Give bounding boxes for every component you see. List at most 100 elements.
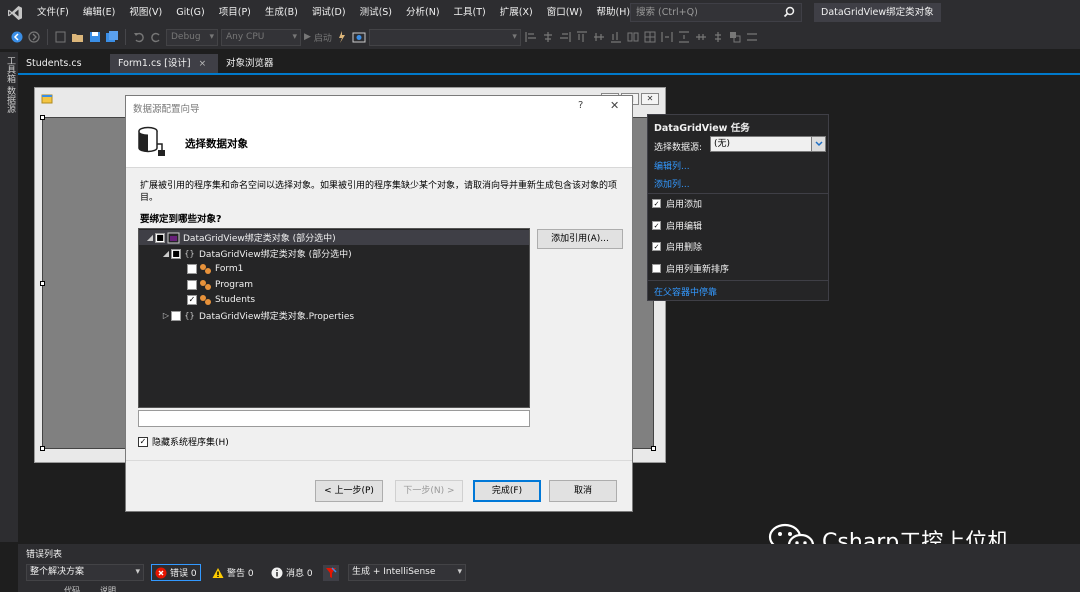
menu-test[interactable]: 测试(S) [353, 0, 399, 25]
toolbox-tab-label[interactable]: 工具箱 数据源 [4, 56, 17, 113]
open-folder-icon[interactable] [71, 30, 85, 44]
build-source-select[interactable]: 生成 + IntelliSense [348, 564, 466, 581]
tree-checkbox[interactable] [187, 279, 197, 290]
messages-filter[interactable]: 消息 0 [268, 564, 316, 581]
configuration-select[interactable]: Debug [166, 28, 218, 46]
close-tab-icon[interactable]: × [199, 59, 207, 69]
cancel-button[interactable]: 取消 [549, 480, 617, 502]
screenshot-icon[interactable] [352, 30, 366, 44]
tab-form1-design[interactable]: Form1.cs [设计] × [110, 54, 218, 73]
tree-checkbox[interactable]: ✓ [187, 294, 197, 305]
center-horizontal-icon[interactable] [694, 30, 708, 44]
menu-build[interactable]: 生成(B) [258, 0, 305, 25]
save-icon[interactable] [88, 30, 102, 44]
enable-reorder-option[interactable]: 启用列重新排序 [652, 262, 729, 275]
hide-system-assemblies-option[interactable]: ✓ 隐藏系统程序集(H) [138, 435, 229, 448]
collapse-arrow-icon[interactable]: ◢ [145, 233, 155, 242]
object-tree[interactable]: ◢ ■ DataGridView绑定类对象 (部分选中) ◢ ■ {} Data… [138, 228, 530, 408]
errors-filter[interactable]: 错误 0 [151, 564, 201, 581]
resize-handle[interactable] [40, 446, 45, 451]
tree-node[interactable]: ▷ {} DataGridView绑定类对象.Properties [161, 308, 354, 323]
hide-system-checkbox[interactable]: ✓ [138, 436, 148, 447]
bring-to-front-icon[interactable] [728, 30, 742, 44]
toolbox-side-strip[interactable]: 工具箱 数据源 [0, 52, 18, 542]
tab-order-icon[interactable] [745, 30, 759, 44]
edit-columns-link[interactable]: 编辑列... [654, 159, 690, 172]
platform-select[interactable]: Any CPU [221, 28, 301, 46]
tree-node[interactable]: Form1 [187, 261, 243, 276]
datasource-select[interactable]: (无) [710, 136, 826, 152]
previous-button[interactable]: < 上一步(P) [315, 480, 383, 502]
tree-checkbox[interactable] [187, 263, 197, 274]
redo-icon[interactable] [149, 30, 163, 44]
enable-add-option[interactable]: ✓ 启用添加 [652, 197, 702, 210]
chevron-down-icon[interactable] [811, 137, 825, 151]
start-button[interactable]: 启动 [314, 31, 332, 44]
align-right-icon[interactable] [558, 30, 572, 44]
menu-project[interactable]: 项目(P) [212, 0, 258, 25]
menu-window[interactable]: 窗口(W) [540, 0, 590, 25]
spacing-horizontal-icon[interactable] [660, 30, 674, 44]
resize-handle[interactable] [40, 281, 45, 286]
grid-snap-icon[interactable] [643, 30, 657, 44]
tree-node[interactable]: ◢ ■ DataGridView绑定类对象 (部分选中) [139, 230, 529, 245]
tree-checkbox[interactable]: ■ [171, 248, 181, 259]
spacing-vertical-icon[interactable] [677, 30, 691, 44]
align-bottom-icon[interactable] [609, 30, 623, 44]
enable-delete-option[interactable]: ✓ 启用删除 [652, 240, 702, 253]
filter-button[interactable] [323, 564, 339, 581]
back-icon[interactable] [10, 30, 24, 44]
enable-edit-option[interactable]: ✓ 启用编辑 [652, 219, 702, 232]
enable-add-checkbox[interactable]: ✓ [652, 199, 661, 208]
column-description[interactable]: 说明 [100, 585, 116, 592]
warnings-filter[interactable]: 警告 0 [209, 564, 257, 581]
tree-checkbox[interactable]: ■ [155, 232, 165, 243]
enable-edit-checkbox[interactable]: ✓ [652, 221, 661, 230]
add-column-link[interactable]: 添加列... [654, 177, 690, 190]
tab-object-browser[interactable]: 对象浏览器 [218, 54, 282, 73]
tree-node[interactable]: ✓ Students [187, 292, 255, 307]
menu-file[interactable]: 文件(F) [30, 0, 76, 25]
start-play-icon[interactable]: ▶ [304, 32, 311, 42]
column-code[interactable]: 代码 [64, 585, 80, 592]
add-reference-button[interactable]: 添加引用(A)... [537, 229, 623, 249]
align-center-icon[interactable] [541, 30, 555, 44]
save-all-icon[interactable] [105, 30, 119, 44]
menu-view[interactable]: 视图(V) [122, 0, 169, 25]
scope-select[interactable]: 整个解决方案 [26, 564, 144, 581]
center-vertical-icon[interactable] [711, 30, 725, 44]
resize-handle[interactable] [651, 446, 656, 451]
undo-icon[interactable] [132, 30, 146, 44]
tree-node[interactable]: ◢ ■ {} DataGridView绑定类对象 (部分选中) [161, 246, 352, 261]
menu-tools[interactable]: 工具(T) [447, 0, 493, 25]
menu-edit[interactable]: 编辑(E) [76, 0, 122, 25]
menu-git[interactable]: Git(G) [169, 0, 212, 25]
resize-handle[interactable] [40, 115, 45, 120]
menu-analyze[interactable]: 分析(N) [399, 0, 447, 25]
make-same-size-icon[interactable] [626, 30, 640, 44]
next-button[interactable]: 下一步(N) > [395, 480, 463, 502]
tree-checkbox[interactable] [171, 310, 181, 321]
align-top-icon[interactable] [575, 30, 589, 44]
help-button[interactable]: ? [578, 100, 583, 111]
tree-node[interactable]: Program [187, 277, 253, 292]
enable-reorder-checkbox[interactable] [652, 264, 661, 273]
close-button[interactable]: ✕ [641, 93, 659, 105]
hot-reload-icon[interactable] [335, 30, 349, 44]
tab-students-cs[interactable]: Students.cs [18, 54, 110, 73]
dock-in-parent-link[interactable]: 在父容器中停靠 [654, 285, 717, 298]
forward-icon[interactable] [27, 30, 41, 44]
finish-button[interactable]: 完成(F) [473, 480, 541, 502]
expand-arrow-icon[interactable]: ▷ [161, 311, 171, 320]
menu-extensions[interactable]: 扩展(X) [493, 0, 540, 25]
enable-delete-checkbox[interactable]: ✓ [652, 242, 661, 251]
align-middle-icon[interactable] [592, 30, 606, 44]
dialog-close-button[interactable]: ✕ [610, 99, 619, 112]
visual-studio-logo-icon[interactable] [0, 0, 30, 25]
collapse-arrow-icon[interactable]: ◢ [161, 249, 171, 258]
search-input[interactable]: 搜索 (Ctrl+Q) [630, 3, 802, 22]
new-project-icon[interactable] [54, 30, 68, 44]
menu-debug[interactable]: 调试(D) [305, 0, 353, 25]
align-left-icon[interactable] [524, 30, 538, 44]
toolbar-empty-select[interactable] [368, 28, 521, 46]
